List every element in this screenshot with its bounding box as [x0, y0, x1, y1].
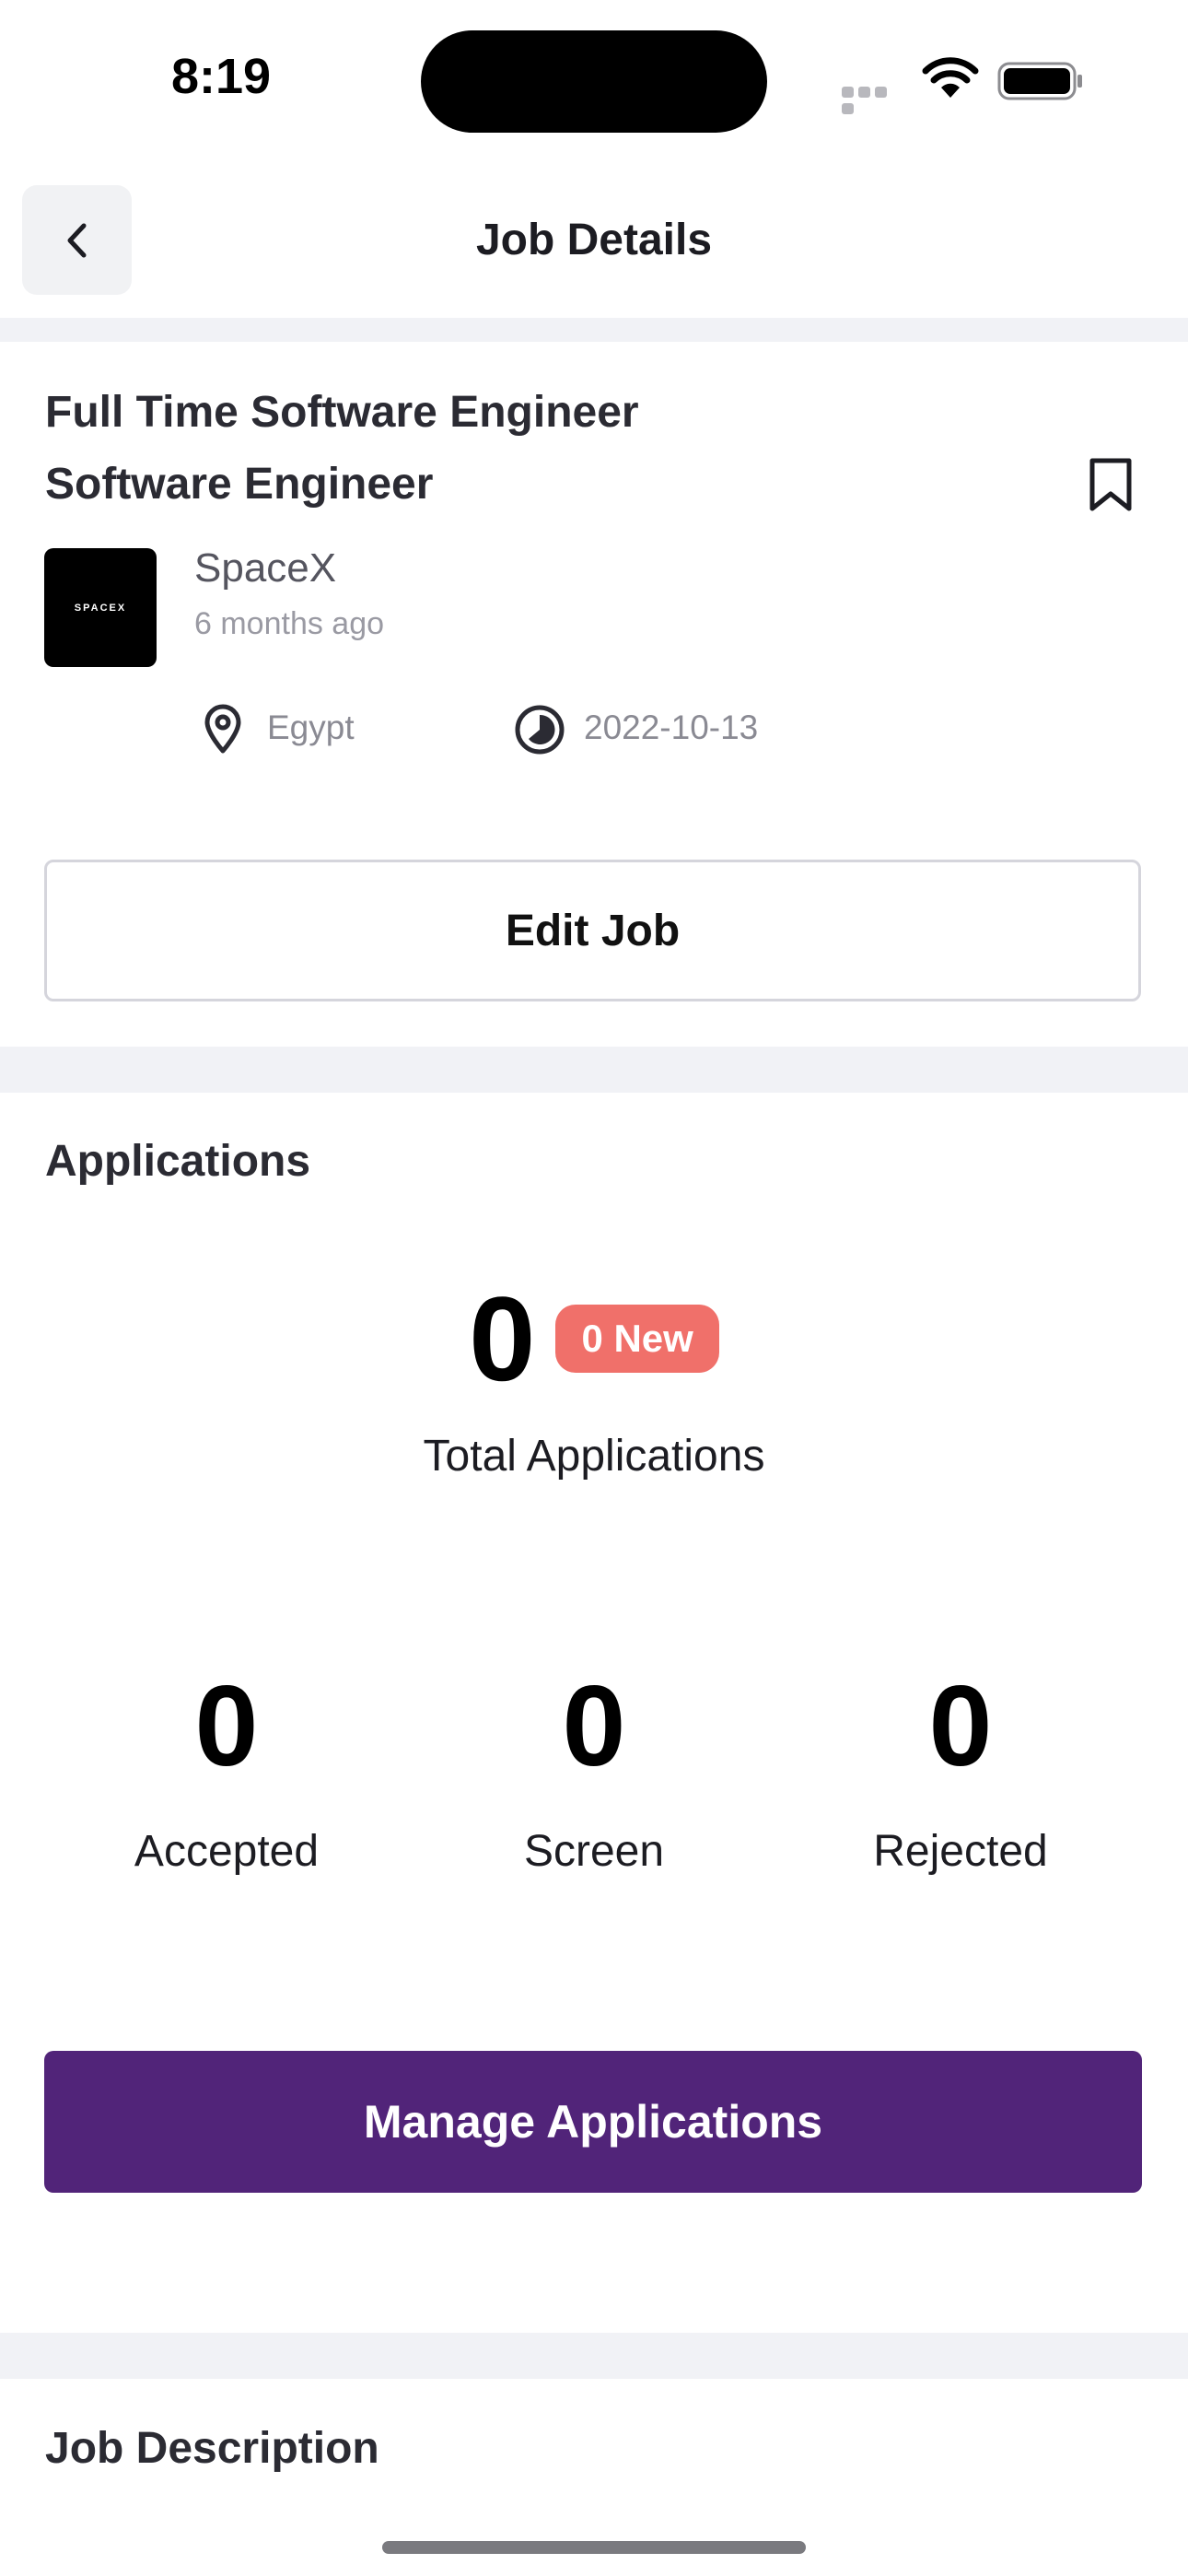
job-description-title: Job Description — [45, 2424, 379, 2473]
applications-title: Applications — [45, 1137, 311, 1186]
new-applications-badge: 0 New — [555, 1305, 719, 1373]
dynamic-island — [421, 30, 767, 133]
total-applications-count: 0 — [469, 1271, 536, 1406]
stat-label: Rejected — [873, 1827, 1048, 1876]
job-position: Software Engineer — [45, 460, 434, 509]
stat-value: 0 — [194, 1663, 259, 1790]
stat-label: Screen — [523, 1827, 665, 1876]
nav-header: Job Details — [0, 180, 1188, 318]
stat-accepted[interactable]: 0 Accepted — [42, 1669, 411, 1877]
clock-icon — [515, 705, 565, 755]
section-divider — [0, 1047, 1188, 1093]
bookmark-icon[interactable] — [1087, 457, 1135, 512]
manage-applications-button[interactable]: Manage Applications — [44, 2051, 1142, 2193]
section-divider — [0, 2333, 1188, 2379]
section-divider — [0, 318, 1188, 342]
stat-value: 0 — [562, 1663, 626, 1790]
stat-rejected[interactable]: 0 Rejected — [776, 1669, 1145, 1877]
total-applications-row: 0 0 New — [0, 1279, 1188, 1399]
wifi-icon — [922, 57, 979, 98]
company-name[interactable]: SpaceX — [194, 545, 336, 591]
job-date: 2022-10-13 — [584, 708, 759, 746]
status-bar: 8:19 — [0, 0, 1188, 166]
stat-value: 0 — [928, 1663, 993, 1790]
company-logo-text: SPACEX — [74, 602, 127, 614]
job-title: Full Time Software Engineer — [45, 388, 639, 437]
total-applications-label: Total Applications — [423, 1432, 765, 1481]
job-location: Egypt — [267, 708, 355, 746]
home-indicator[interactable] — [382, 2541, 806, 2554]
posted-time: 6 months ago — [194, 606, 385, 641]
page-title: Job Details — [475, 216, 713, 264]
edit-job-button[interactable]: Edit Job — [44, 860, 1141, 1001]
battery-icon — [997, 62, 1082, 100]
status-time: 8:19 — [171, 49, 272, 104]
map-pin-icon — [204, 704, 241, 754]
stat-screen[interactable]: 0 Screen — [410, 1669, 778, 1877]
stat-label: Accepted — [134, 1827, 320, 1876]
cellular-signal-icon — [842, 86, 904, 114]
company-logo: SPACEX — [44, 548, 157, 667]
